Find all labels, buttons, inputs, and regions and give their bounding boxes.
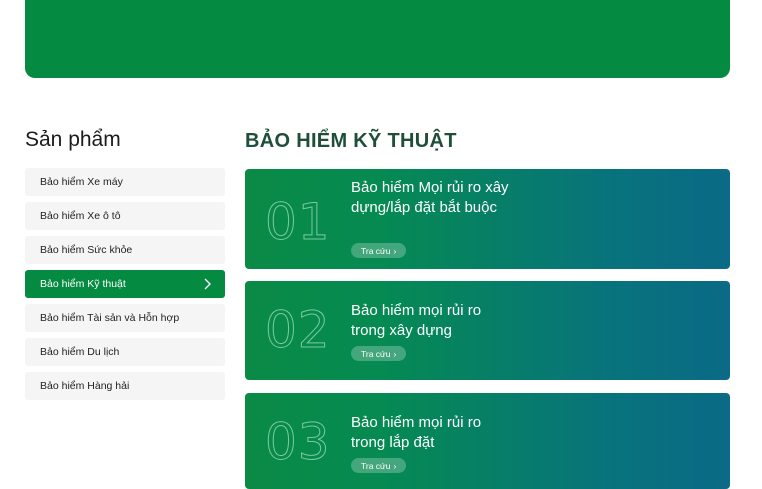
product-menu: Bảo hiểm Xe máy Bảo hiểm Xe ô tô Bảo hiể… bbox=[25, 168, 225, 406]
chevron-right-icon: › bbox=[393, 348, 397, 359]
menu-item-label: Bảo hiểm Tài sản và Hỗn hợp bbox=[40, 312, 180, 324]
chevron-right-icon bbox=[204, 278, 211, 290]
lookup-button-label: Tra cứu bbox=[361, 460, 391, 471]
lookup-button[interactable]: Tra cứu › bbox=[351, 243, 407, 258]
menu-item-xe-o-to[interactable]: Bảo hiểm Xe ô tô bbox=[25, 202, 225, 230]
lookup-button-label: Tra cứu bbox=[361, 245, 391, 256]
menu-item-label: Bảo hiểm Hàng hải bbox=[40, 380, 130, 392]
chevron-right-icon: › bbox=[393, 245, 397, 256]
menu-item-label: Bảo hiểm Sức khỏe bbox=[40, 244, 133, 256]
chevron-right-icon: › bbox=[393, 460, 397, 471]
menu-item-label: Bảo hiểm Xe ô tô bbox=[40, 210, 121, 222]
card-title: Bảo hiểm mọi rủi ro trong xây dựng bbox=[351, 302, 482, 339]
lookup-button-label: Tra cứu bbox=[361, 348, 391, 359]
lookup-button[interactable]: Tra cứu › bbox=[351, 458, 407, 473]
menu-item-tai-san[interactable]: Bảo hiểm Tài sản và Hỗn hợp bbox=[25, 304, 225, 332]
section-title: BẢO HIỂM KỸ THUẬT bbox=[245, 130, 457, 152]
menu-item-xe-may[interactable]: Bảo hiểm Xe máy bbox=[25, 168, 225, 196]
card-number: 01 bbox=[265, 193, 331, 252]
card-title: Bảo hiểm Mọi rủi ro xây dựng/lắp đặt bắt… bbox=[351, 179, 509, 216]
menu-item-label: Bảo hiểm Du lịch bbox=[40, 346, 120, 358]
sidebar-title: Sản phẩm bbox=[25, 128, 121, 151]
top-banner bbox=[25, 0, 730, 78]
menu-item-label: Bảo hiểm Xe máy bbox=[40, 176, 123, 188]
card-number: 03 bbox=[265, 413, 331, 472]
lookup-button[interactable]: Tra cứu › bbox=[351, 346, 407, 361]
card-number: 02 bbox=[265, 301, 331, 360]
product-card-2[interactable]: 02 Bảo hiểm mọi rủi ro trong xây dựng Tr… bbox=[245, 281, 730, 380]
product-card-1[interactable]: 01 Bảo hiểm Mọi rủi ro xây dựng/lắp đặt … bbox=[245, 169, 730, 269]
menu-item-label: Bảo hiểm Kỹ thuật bbox=[40, 278, 126, 290]
menu-item-hang-hai[interactable]: Bảo hiểm Hàng hải bbox=[25, 372, 225, 400]
menu-item-suc-khoe[interactable]: Bảo hiểm Sức khỏe bbox=[25, 236, 225, 264]
menu-item-du-lich[interactable]: Bảo hiểm Du lịch bbox=[25, 338, 225, 366]
card-title: Bảo hiểm mọi rủi ro trong lắp đặt bbox=[351, 414, 482, 451]
product-card-3[interactable]: 03 Bảo hiểm mọi rủi ro trong lắp đặt Tra… bbox=[245, 393, 730, 489]
menu-item-ky-thuat[interactable]: Bảo hiểm Kỹ thuật bbox=[25, 270, 225, 298]
